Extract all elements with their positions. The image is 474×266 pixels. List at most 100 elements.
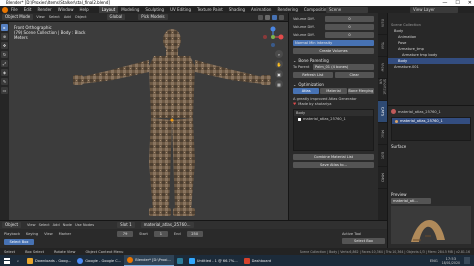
marker-menu[interactable]: Marker — [59, 232, 71, 236]
volume-field-2[interactable]: 0 — [325, 24, 374, 30]
tab-modeling[interactable]: Modeling — [118, 6, 142, 13]
pivot-dropdown[interactable]: Pick Models — [138, 14, 168, 20]
material-slot-list[interactable]: material_atlas_25760_1 — [391, 117, 471, 141]
rendered-shading-icon[interactable] — [279, 14, 284, 20]
add-menu[interactable]: Add — [64, 15, 71, 19]
perspective-toggle-icon[interactable]: ▦ — [275, 80, 283, 88]
language-indicator[interactable]: ENG — [430, 259, 438, 263]
node-material-field[interactable]: material_atlas_25760... — [140, 222, 194, 228]
tab-layout[interactable]: Layout — [98, 6, 119, 13]
taskbar-item[interactable]: Google - Google C... — [74, 255, 124, 266]
outliner[interactable]: Scene Collection Body Animation Pose Arm… — [387, 13, 474, 105]
clear-button[interactable]: Clear — [334, 72, 374, 78]
pan-icon[interactable]: ✋ — [275, 60, 283, 68]
notification-icon[interactable] — [464, 257, 470, 264]
timeline-select-menu[interactable]: Select — [39, 223, 50, 227]
solid-shading-icon[interactable] — [265, 14, 270, 20]
timeline-view-item[interactable]: View — [44, 232, 53, 236]
tab-mmd[interactable]: MMD — [378, 167, 387, 189]
create-volumes-button[interactable]: Create Volumes — [293, 48, 374, 54]
playback-menu[interactable]: Playback — [4, 232, 20, 236]
view-menu[interactable]: View — [36, 15, 45, 19]
blender-logo-icon[interactable] — [2, 6, 8, 13]
status-select: Select — [4, 249, 16, 254]
taskbar-item[interactable]: Untitled - 1 @ 66.7%... — [186, 255, 241, 266]
measure-tool-icon[interactable]: ▭ — [1, 87, 8, 94]
start-frame-field[interactable]: 1 — [153, 230, 168, 237]
start-button[interactable] — [0, 255, 14, 266]
material-shading-icon[interactable] — [272, 14, 277, 20]
outliner-row[interactable]: Armature.001 — [388, 64, 474, 70]
zoom-icon[interactable]: ⌕ — [275, 50, 283, 58]
tab-shading[interactable]: Shading — [226, 6, 248, 13]
current-frame-field[interactable]: 79 — [117, 230, 134, 237]
material-list[interactable]: Body material_atlas_25760_1 — [293, 109, 374, 151]
bone-merging-tab[interactable]: Bone Merging — [347, 88, 374, 94]
menu-help[interactable]: Help — [79, 7, 88, 12]
select-menu[interactable]: Select — [49, 15, 60, 19]
atlas-tab[interactable]: Atlas — [293, 88, 320, 94]
rotate-tool-icon[interactable]: ↻ — [1, 51, 8, 58]
menu-render[interactable]: Render — [37, 7, 51, 12]
menu-edit[interactable]: Edit — [24, 7, 32, 12]
tab-rendering[interactable]: Rendering — [274, 6, 300, 13]
timeline-add-menu[interactable]: Add — [53, 223, 60, 227]
timeline-node-menu[interactable]: Node — [63, 223, 72, 227]
tab-cats[interactable]: CATS — [378, 101, 387, 123]
combine-materials-button[interactable]: Combine Material List — [293, 154, 374, 160]
tab-texture-paint[interactable]: Texture Paint — [194, 6, 226, 13]
tab-tool[interactable]: Tool — [378, 35, 387, 57]
tab-misc[interactable]: Misc — [378, 123, 387, 145]
clock[interactable]: 17:53 18/01/2020 — [442, 257, 460, 265]
taskbar-item[interactable]: Dashboard — [241, 255, 275, 266]
move-tool-icon[interactable]: ✥ — [1, 42, 8, 49]
3d-viewport[interactable] — [9, 22, 288, 220]
to-parent-dropdown[interactable]: Palm_01 (4 bones) — [313, 64, 374, 70]
material-slot[interactable]: material_atlas_25760_1 — [392, 118, 470, 124]
taskbar-item[interactable]: Downloads - Goog... — [24, 255, 74, 266]
cursor-tool-icon[interactable]: ⊕ — [1, 33, 8, 40]
menu-file[interactable]: File — [11, 7, 18, 12]
volume-field-1[interactable]: 0 — [325, 16, 374, 22]
timeline-view-menu[interactable]: View — [27, 223, 36, 227]
refresh-list-button[interactable]: Refresh List — [293, 72, 333, 78]
end-frame-field[interactable]: 250 — [186, 230, 203, 237]
wireframe-shading-icon[interactable] — [258, 14, 263, 20]
select-tool-icon[interactable]: ▸ — [1, 24, 8, 31]
taskbar-item-active[interactable]: Blender* [D:\Proxi... — [124, 255, 174, 266]
use-nodes-checkbox[interactable]: Use Nodes — [75, 223, 94, 227]
transform-tool-icon[interactable]: ◈ — [1, 69, 8, 76]
search-taskbar-icon[interactable]: ⌕ — [14, 255, 24, 266]
object-menu[interactable]: Object — [75, 15, 87, 19]
mode-dropdown[interactable]: Object Mode — [2, 14, 34, 20]
transform-orientation-dropdown[interactable]: Global — [106, 14, 126, 20]
tab-uv-editing[interactable]: UV Editing — [167, 6, 194, 13]
axis-gizmo-icon[interactable] — [262, 26, 284, 48]
tab-edit[interactable]: Edit — [378, 145, 387, 167]
scale-tool-icon[interactable]: ⤢ — [1, 60, 8, 67]
tab-sculpting[interactable]: Sculpting — [142, 6, 167, 13]
slot-dropdown[interactable]: Slot 1 — [117, 222, 135, 228]
navigation-gizmo[interactable] — [262, 26, 284, 48]
taskbar-item[interactable] — [174, 255, 186, 266]
keying-menu[interactable]: Keying — [26, 232, 38, 236]
save-atlas-button[interactable]: Save Atlas to... — [293, 162, 374, 168]
annotate-tool-icon[interactable]: ✎ — [1, 78, 8, 85]
checkbox-icon[interactable] — [298, 117, 301, 121]
preview-node-field[interactable]: material_atl... — [391, 198, 431, 204]
camera-view-icon[interactable]: ▣ — [275, 70, 283, 78]
volume-field-3[interactable]: 0 — [325, 32, 374, 38]
tab-animation[interactable]: Animation — [248, 6, 274, 13]
surface-header[interactable]: Surface — [391, 144, 471, 150]
menu-window[interactable]: Window — [58, 7, 74, 12]
windows-logo-icon[interactable] — [4, 257, 10, 264]
material-list-item[interactable]: material_atlas_25760_1 — [294, 116, 373, 122]
tab-view[interactable]: View — [378, 57, 387, 79]
material-tab[interactable]: Material — [320, 88, 347, 94]
select-box-tool-button[interactable]: Select Box — [4, 239, 34, 245]
tab-shortcut-vr[interactable]: Shortcut VR — [378, 79, 387, 101]
normal-intensity-field[interactable]: Normal Min Intensity — [293, 40, 374, 46]
active-tool-select-box[interactable]: Select Box — [342, 238, 385, 244]
tab-item[interactable]: Item — [378, 13, 387, 35]
editor-type-dropdown[interactable]: Object — [2, 222, 22, 228]
